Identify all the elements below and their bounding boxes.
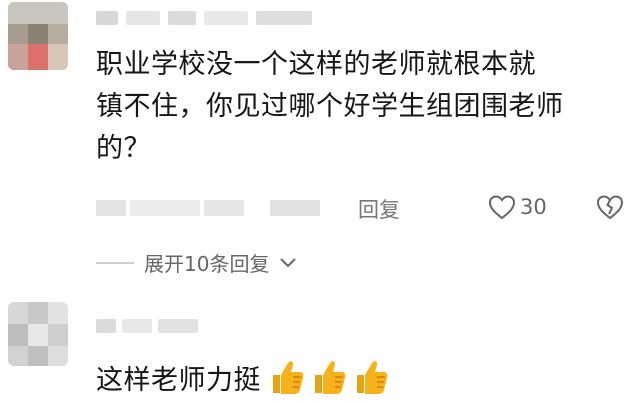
divider [96, 261, 134, 264]
avatar[interactable] [8, 2, 68, 70]
like-button[interactable]: 30 [488, 194, 547, 220]
comment-meta [96, 196, 326, 220]
dislike-button[interactable] [596, 194, 624, 224]
username[interactable] [96, 316, 296, 336]
comment-line: 职业学校没一个这样的老师就根本就 [96, 49, 536, 80]
username[interactable] [96, 8, 316, 28]
reply-button[interactable]: 回复 [358, 194, 400, 224]
expand-replies[interactable]: 展开10条回复 [96, 248, 297, 277]
heart-outline-icon [488, 195, 516, 220]
comment-text: 职业学校没一个这样的老师就根本就 镇不住，你见过哪个好学生组团围老师 的？ [96, 44, 636, 170]
like-count: 30 [520, 195, 547, 219]
comment-text: 这样老师力挺 [96, 354, 389, 400]
comment-line: 这样老师力挺 [96, 364, 261, 396]
broken-heart-icon [596, 195, 624, 220]
comment-line: 的？ [96, 133, 151, 164]
thumbs-up-emoji [267, 357, 389, 397]
comment-line: 镇不住，你见过哪个好学生组团围老师 [96, 91, 564, 122]
chevron-down-icon [280, 257, 297, 267]
expand-replies-label: 展开10条回复 [144, 252, 270, 276]
avatar[interactable] [8, 302, 68, 366]
